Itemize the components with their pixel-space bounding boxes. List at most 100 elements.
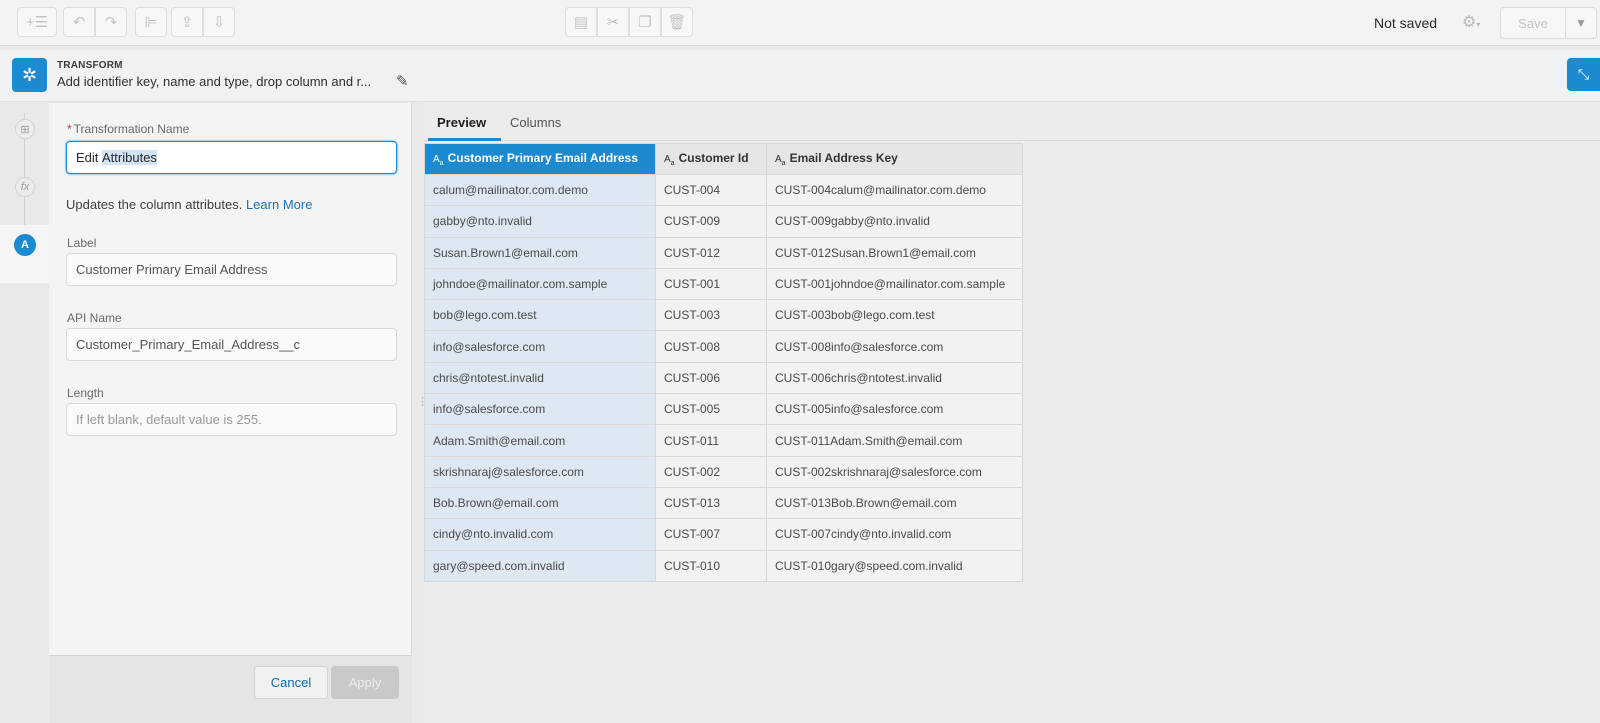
redo-icon[interactable]: ↷	[95, 7, 127, 37]
top-toolbar: +☰ ↶ ↷ ⊫ ⇪ ⇩ ▤ ✂ ❐ 🗑 Not saved ⚙▾ Save ▼	[0, 0, 1600, 46]
table-cell: CUST-009	[655, 205, 767, 238]
table-cell: info@salesforce.com	[424, 330, 656, 363]
table-cell: CUST-008info@salesforce.com	[766, 330, 1023, 363]
table-row: chris@ntotest.invalid CUST-006 CUST-006chr…	[424, 361, 1023, 395]
edit-pencil-icon[interactable]: ✎	[396, 72, 409, 90]
table-cell: CUST-010	[655, 549, 767, 582]
learn-more-link[interactable]: Learn More	[246, 197, 312, 212]
table-cell: Bob.Brown@email.com	[424, 486, 656, 520]
attributes-icon[interactable]: A	[14, 234, 36, 256]
table-cell: bob@lego.com.test	[424, 299, 656, 332]
table-cell: CUST-010gary@speed.com.invalid	[766, 549, 1023, 582]
gear-icon[interactable]: ⚙▾	[1462, 12, 1480, 32]
api-name-input[interactable]: Customer_Primary_Email_Address__c	[66, 328, 397, 361]
table-row: Susan.Brown1@email.com CUST-012 CUST-012Su…	[424, 236, 1023, 269]
name-value-selected: Attributes	[102, 150, 157, 165]
table-row: cindy@nto.invalid.com CUST-007 CUST-007cin…	[424, 518, 1023, 551]
help-text-body: Updates the column attributes.	[66, 197, 243, 212]
table-row: bob@lego.com.test CUST-003 CUST-003bob@leg…	[424, 299, 1023, 332]
table-cell: CUST-006chris@ntotest.invalid	[766, 361, 1023, 395]
apply-button[interactable]: Apply	[331, 666, 399, 699]
transform-step-rail: ⊞ fx A	[0, 103, 49, 723]
cancel-button[interactable]: Cancel	[254, 666, 328, 699]
length-input[interactable]: If left blank, default value is 255.	[66, 403, 397, 436]
table-cell: chris@ntotest.invalid	[424, 361, 656, 395]
transform-type-label: TRANSFORM	[57, 60, 123, 71]
table-cell: CUST-003bob@lego.com.test	[766, 299, 1023, 332]
api-name-label: API Name	[67, 311, 122, 325]
table-cell: Susan.Brown1@email.com	[424, 236, 656, 269]
transformation-name-label-text: Transformation Name	[73, 122, 190, 136]
formula-icon[interactable]: fx	[15, 177, 35, 197]
table-cell: CUST-013Bob.Brown@email.com	[766, 486, 1023, 520]
column-header-customer-id[interactable]: Aa Customer Id	[655, 143, 767, 175]
table-cell: info@salesforce.com	[424, 393, 656, 426]
clipboard-icon[interactable]: ▤	[565, 7, 597, 37]
table-cell: gabby@nto.invalid	[424, 205, 656, 238]
table-cell: CUST-004calum@mailinator.com.demo	[766, 173, 1023, 207]
delete-icon[interactable]: 🗑	[661, 7, 693, 37]
column-header-label: Customer Primary Email Address	[447, 151, 638, 165]
help-text: Updates the column attributes. Learn Mor…	[66, 197, 312, 212]
undo-icon[interactable]: ↶	[63, 7, 95, 37]
tab-columns[interactable]: Columns	[510, 115, 561, 130]
cut-icon[interactable]: ✂	[597, 7, 629, 37]
collapse-arrows-icon[interactable]: ⤡	[1567, 58, 1600, 91]
table-cell: CUST-002skrishnaraj@salesforce.com	[766, 455, 1023, 488]
table-cell: CUST-005info@salesforce.com	[766, 393, 1023, 426]
table-row: skrishnaraj@salesforce.com CUST-002 CUST-0…	[424, 455, 1023, 488]
table-row: info@salesforce.com CUST-008 CUST-008info@…	[424, 330, 1023, 363]
table-cell: CUST-013	[655, 486, 767, 520]
table-row: gabby@nto.invalid CUST-009 CUST-009gabby@n…	[424, 205, 1023, 238]
table-row: calum@mailinator.com.demo CUST-004 CUST-00…	[424, 173, 1023, 207]
preview-panel: Preview Columns Aa Customer Primary Email…	[424, 103, 1600, 723]
table-cell: CUST-005	[655, 393, 767, 426]
preview-table: Aa Customer Primary Email Address Aa Custo…	[424, 143, 1023, 582]
transformation-name-input[interactable]: Edit Attributes	[66, 141, 397, 174]
required-marker: *	[67, 122, 72, 136]
table-row: gary@speed.com.invalid CUST-010 CUST-010ga…	[424, 549, 1023, 582]
transformation-name-label: * Transformation Name	[67, 122, 189, 136]
column-header-email[interactable]: Aa Customer Primary Email Address	[424, 143, 656, 175]
transform-header: ✲ TRANSFORM Add identifier key, name and…	[0, 50, 1600, 102]
table-cell: CUST-011Adam.Smith@email.com	[766, 424, 1023, 457]
tab-preview[interactable]: Preview	[437, 115, 486, 130]
column-header-label: Email Address Key	[789, 151, 898, 165]
table-cell: CUST-009gabby@nto.invalid	[766, 205, 1023, 238]
magic-wand-icon: ✲	[12, 58, 47, 92]
table-cell: Adam.Smith@email.com	[424, 424, 656, 457]
table-cell: cindy@nto.invalid.com	[424, 518, 656, 551]
text-type-icon: Aa	[664, 154, 675, 167]
table-cell: CUST-001johndoe@mailinator.com.sample	[766, 267, 1023, 301]
table-cell: CUST-012Susan.Brown1@email.com	[766, 236, 1023, 269]
table-row: johndoe@mailinator.com.sample CUST-001 CUS…	[424, 267, 1023, 301]
copy-icon[interactable]: ❐	[629, 7, 661, 37]
table-cell: CUST-002	[655, 455, 767, 488]
table-cell: CUST-011	[655, 424, 767, 457]
bucket-icon[interactable]: ⊞	[15, 119, 35, 139]
table-cell: CUST-001	[655, 267, 767, 301]
label-field-label: Label	[67, 236, 97, 250]
add-node-icon[interactable]: +☰	[17, 7, 57, 37]
table-cell: skrishnaraj@salesforce.com	[424, 455, 656, 488]
table-cell: CUST-006	[655, 361, 767, 395]
save-menu-chevron-down-icon[interactable]: ▼	[1565, 7, 1597, 39]
upload-icon[interactable]: ⇪	[171, 7, 203, 37]
table-cell: CUST-003	[655, 299, 767, 332]
table-cell: CUST-004	[655, 173, 767, 207]
table-row: info@salesforce.com CUST-005 CUST-005info@…	[424, 393, 1023, 426]
transformation-form: * Transformation Name Edit Attributes Upd…	[49, 103, 412, 723]
table-cell: CUST-012	[655, 236, 767, 269]
column-header-email-key[interactable]: Aa Email Address Key	[766, 143, 1023, 175]
transform-description: Add identifier key, name and type, drop …	[57, 74, 372, 89]
length-label: Length	[67, 386, 104, 400]
download-icon[interactable]: ⇩	[203, 7, 235, 37]
name-value-prefix: Edit	[76, 150, 103, 165]
label-input[interactable]: Customer Primary Email Address	[66, 253, 397, 286]
align-icon[interactable]: ⊫	[135, 7, 167, 37]
text-type-icon: Aa	[433, 154, 444, 167]
active-tab-indicator	[428, 138, 501, 141]
save-button[interactable]: Save	[1500, 7, 1566, 39]
table-cell: CUST-007cindy@nto.invalid.com	[766, 518, 1023, 551]
table-row: Adam.Smith@email.com CUST-011 CUST-011Adam…	[424, 424, 1023, 457]
